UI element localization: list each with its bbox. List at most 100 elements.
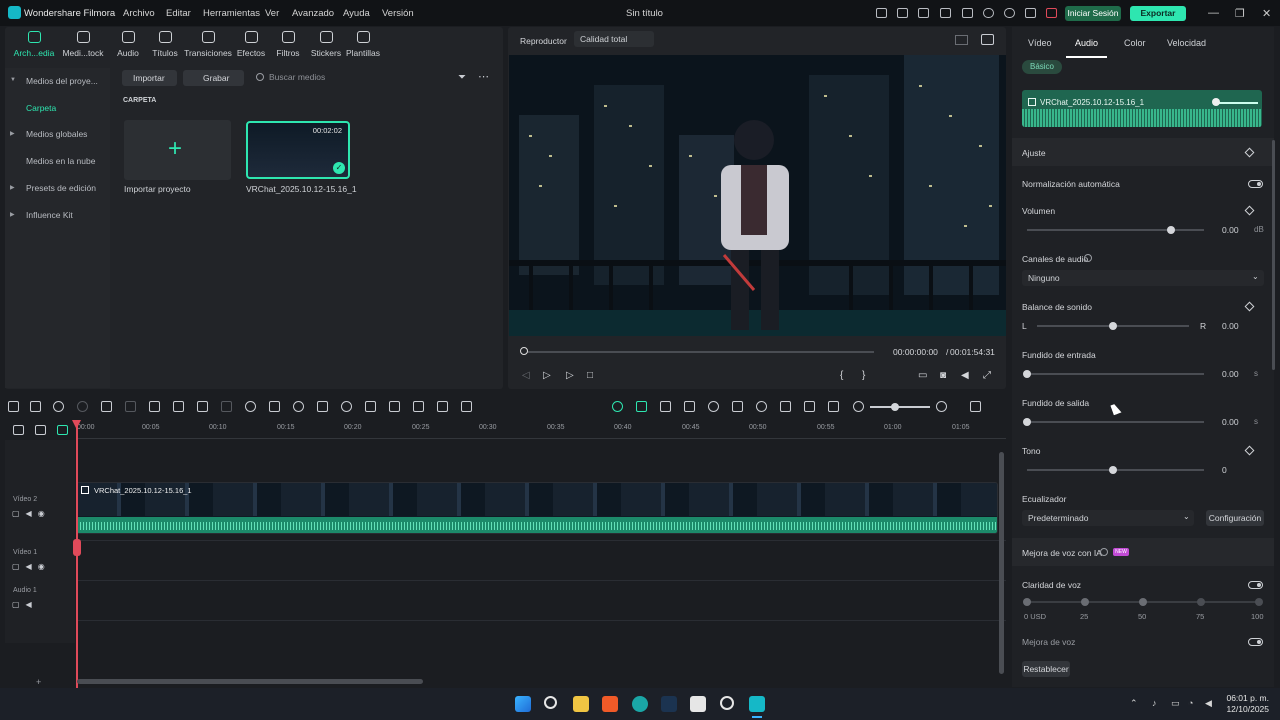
balance-knob[interactable] bbox=[1109, 322, 1117, 330]
clarity-stop-0[interactable] bbox=[1023, 598, 1031, 606]
playhead-handle[interactable] bbox=[73, 539, 81, 556]
balance-value[interactable]: 0.00 bbox=[1222, 321, 1252, 331]
delete-icon[interactable] bbox=[101, 401, 112, 412]
view-options-icon[interactable] bbox=[970, 401, 981, 412]
import-project-tile[interactable]: + bbox=[124, 120, 231, 180]
clip-volume-track[interactable] bbox=[1214, 102, 1258, 104]
cloud-icon[interactable] bbox=[983, 8, 994, 18]
search-input[interactable]: Buscar medios bbox=[249, 70, 439, 85]
link-icon[interactable] bbox=[13, 425, 24, 435]
tab-speed[interactable]: Velocidad bbox=[1167, 38, 1206, 48]
more-icon[interactable]: ⋯ bbox=[478, 70, 489, 83]
menu-version[interactable]: Versión bbox=[382, 8, 414, 19]
filter-icon[interactable]: ⏷ bbox=[458, 72, 466, 83]
speaker-icon[interactable]: ◀ bbox=[1205, 698, 1212, 709]
mark-in-icon[interactable]: { bbox=[840, 370, 843, 381]
track-manager-icon[interactable] bbox=[35, 425, 46, 435]
sidebar-item-influence-kit[interactable]: Influence Kit bbox=[26, 210, 73, 220]
sidebar-item-folder[interactable]: Carpeta bbox=[26, 103, 56, 113]
timeline-vscrollbar[interactable] bbox=[999, 452, 1004, 674]
tool-templates[interactable]: Plantillas bbox=[339, 31, 387, 58]
menu-ver[interactable]: Ver bbox=[265, 8, 279, 19]
fade-out-value[interactable]: 0.00 bbox=[1222, 417, 1252, 427]
reset-button[interactable]: Restablecer bbox=[1022, 661, 1070, 677]
minimize-icon[interactable]: — bbox=[1208, 7, 1219, 19]
clarity-stop-25[interactable] bbox=[1081, 598, 1089, 606]
clarity-stop-100[interactable] bbox=[1255, 598, 1263, 606]
sidebar-item-project-media[interactable]: Medios del proye... bbox=[26, 76, 98, 86]
normalization-toggle[interactable] bbox=[1248, 180, 1263, 188]
playback-scrubber[interactable] bbox=[524, 351, 874, 353]
snapshot-icon[interactable] bbox=[981, 34, 994, 45]
sidebar-item-presets[interactable]: Presets de edición bbox=[26, 183, 96, 193]
ai-icon[interactable] bbox=[293, 401, 304, 412]
pitch-knob[interactable] bbox=[1109, 466, 1117, 474]
tab-audio[interactable]: Audio bbox=[1075, 38, 1098, 48]
fit-icon[interactable] bbox=[461, 401, 472, 412]
speed-icon[interactable] bbox=[245, 401, 256, 412]
stabilize-icon[interactable] bbox=[365, 401, 376, 412]
feedback-icon[interactable] bbox=[918, 8, 929, 18]
clip-volume-knob[interactable] bbox=[1212, 98, 1220, 106]
text-icon[interactable] bbox=[173, 401, 184, 412]
network-icon[interactable]: ▭ bbox=[1171, 698, 1180, 709]
layout-icon[interactable] bbox=[940, 8, 951, 18]
vr-icon[interactable] bbox=[690, 696, 706, 712]
record-button[interactable]: Grabar bbox=[183, 70, 244, 86]
wifi-icon[interactable]: ◔ bbox=[1188, 698, 1193, 708]
mark-out-icon[interactable]: } bbox=[862, 370, 865, 381]
help-icon[interactable] bbox=[1084, 254, 1092, 262]
tab-video[interactable]: Vídeo bbox=[1028, 38, 1052, 48]
play-frame-icon[interactable]: ▷ bbox=[543, 370, 551, 381]
mask-icon[interactable] bbox=[221, 401, 232, 412]
maximize-icon[interactable]: ❐ bbox=[1235, 7, 1245, 20]
windows-start-icon[interactable] bbox=[515, 696, 531, 712]
scene-icon[interactable] bbox=[684, 401, 695, 412]
basic-badge[interactable]: Básico bbox=[1022, 60, 1062, 74]
export-button[interactable]: Exportar bbox=[1130, 6, 1186, 21]
stop-icon[interactable]: □ bbox=[587, 370, 593, 381]
play-icon[interactable]: ▷ bbox=[566, 370, 574, 381]
pip-icon[interactable] bbox=[804, 401, 815, 412]
track-audio-1-controls[interactable]: ▢◀ bbox=[12, 600, 38, 609]
tray-chevron-icon[interactable]: ⌃ bbox=[1130, 698, 1138, 709]
menu-editar[interactable]: Editar bbox=[166, 8, 191, 19]
search-icon[interactable] bbox=[544, 696, 557, 709]
volume-icon[interactable]: ◀ bbox=[961, 370, 969, 381]
import-button[interactable]: Importar bbox=[122, 70, 177, 86]
ajuste-section[interactable] bbox=[1012, 138, 1274, 166]
tool-media[interactable]: Arch...edia bbox=[10, 31, 58, 58]
shield-icon[interactable] bbox=[732, 401, 743, 412]
filmora-taskbar-icon[interactable] bbox=[749, 696, 765, 712]
group-icon[interactable] bbox=[413, 401, 424, 412]
fade-in-knob[interactable] bbox=[1023, 370, 1031, 378]
save-icon[interactable] bbox=[962, 8, 973, 18]
tool-transitions[interactable]: Transiciones bbox=[184, 31, 232, 58]
steam-icon[interactable] bbox=[661, 696, 677, 712]
volume-value[interactable]: 0.00 bbox=[1222, 225, 1252, 235]
file-explorer-icon[interactable] bbox=[573, 696, 589, 712]
brave-icon[interactable] bbox=[602, 696, 618, 712]
scrubber-handle[interactable] bbox=[520, 347, 528, 355]
timeline-clip[interactable] bbox=[76, 482, 998, 534]
zoom-in-icon[interactable] bbox=[936, 401, 947, 412]
timer-icon[interactable] bbox=[341, 401, 352, 412]
add-track-icon[interactable]: + bbox=[36, 677, 41, 687]
display-icon[interactable]: ▭ bbox=[918, 370, 927, 381]
select-icon[interactable] bbox=[30, 401, 41, 412]
voice-clarity-toggle[interactable] bbox=[1248, 581, 1263, 589]
zoom-knob[interactable] bbox=[891, 403, 899, 411]
track-height-icon[interactable] bbox=[57, 425, 68, 435]
channels-select[interactable]: Ninguno bbox=[1022, 270, 1264, 286]
camera-icon[interactable]: ◙ bbox=[940, 370, 946, 381]
fullscreen-icon[interactable]: ⤢ bbox=[983, 370, 991, 381]
magnet-icon[interactable] bbox=[636, 401, 647, 412]
quality-select[interactable]: Calidad total bbox=[574, 31, 654, 47]
help-icon[interactable] bbox=[1100, 548, 1108, 556]
login-button[interactable]: Iniciar Sesión bbox=[1065, 6, 1121, 21]
close-icon[interactable]: ✕ bbox=[1262, 7, 1271, 20]
replace-icon[interactable] bbox=[828, 401, 839, 412]
gift-icon[interactable] bbox=[876, 8, 887, 18]
obs-icon[interactable] bbox=[720, 696, 734, 710]
compare-icon[interactable] bbox=[955, 35, 968, 45]
